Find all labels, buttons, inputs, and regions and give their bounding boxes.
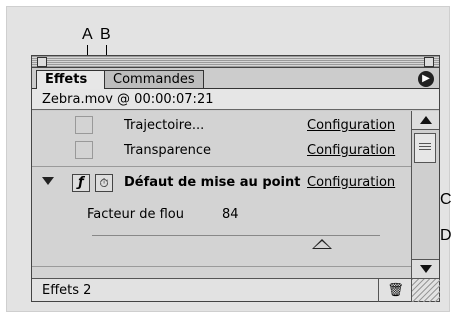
close-box[interactable] [37, 57, 47, 67]
tab-effects[interactable]: Effets [36, 70, 105, 89]
separator [32, 166, 411, 167]
panel-titlebar[interactable] [32, 56, 439, 68]
panel-menu-icon[interactable]: ▶ [418, 71, 434, 87]
configuration-link[interactable]: Configuration [307, 139, 395, 162]
effect-row-transparency[interactable]: Transparence Configuration [32, 139, 411, 162]
callout-d: D [440, 227, 452, 244]
param-label: Facteur de flou [87, 207, 184, 222]
param-value: 84 [222, 207, 239, 222]
configuration-link[interactable]: Configuration [307, 114, 395, 137]
expand-triangle-icon[interactable] [42, 177, 54, 185]
clip-label: Zebra.mov @ 00:00:07:21 [32, 89, 439, 110]
tab-commands[interactable]: Commandes [104, 70, 204, 88]
scroll-down-arrow-icon[interactable] [412, 259, 439, 278]
effects-panel: Effets Commandes ▶ Zebra.mov @ 00:00:07:… [31, 55, 440, 302]
trash-icon[interactable]: 🗑 [378, 279, 412, 302]
effect-toggle-icon[interactable]: ƒ [72, 174, 90, 192]
effect-enable-checkbox[interactable] [75, 141, 93, 159]
status-bar: Effets 2 🗑 [32, 278, 440, 302]
effect-label: Défaut de mise au point [124, 175, 301, 190]
callout-b: B [100, 26, 111, 43]
effects-list: Trajectoire... Configuration Transparenc… [32, 111, 411, 278]
vertical-scrollbar[interactable] [411, 111, 439, 278]
keyframe-timer-icon[interactable]: ⏱ [95, 174, 113, 192]
callout-a: A [82, 26, 93, 43]
effect-label: Trajectoire... [124, 118, 205, 133]
scroll-up-arrow-icon[interactable] [412, 111, 439, 130]
effect-label: Transparence [124, 143, 212, 158]
separator [32, 266, 411, 267]
effects-count: Effets 2 [42, 283, 92, 298]
callout-c: C [440, 191, 452, 208]
resize-grip[interactable] [411, 279, 440, 302]
configuration-link[interactable]: Configuration [307, 171, 395, 194]
blur-slider-thumb[interactable] [312, 239, 332, 249]
tab-row: Effets Commandes ▶ [32, 68, 439, 89]
blur-slider-track[interactable] [92, 235, 380, 236]
effect-row-camera-blur[interactable]: ƒ ⏱ Défaut de mise au point Configuratio… [32, 171, 411, 194]
zoom-box[interactable] [424, 57, 434, 67]
effect-enable-checkbox[interactable] [75, 116, 93, 134]
scroll-thumb[interactable] [414, 133, 436, 163]
effect-row-motion[interactable]: Trajectoire... Configuration [32, 114, 411, 137]
